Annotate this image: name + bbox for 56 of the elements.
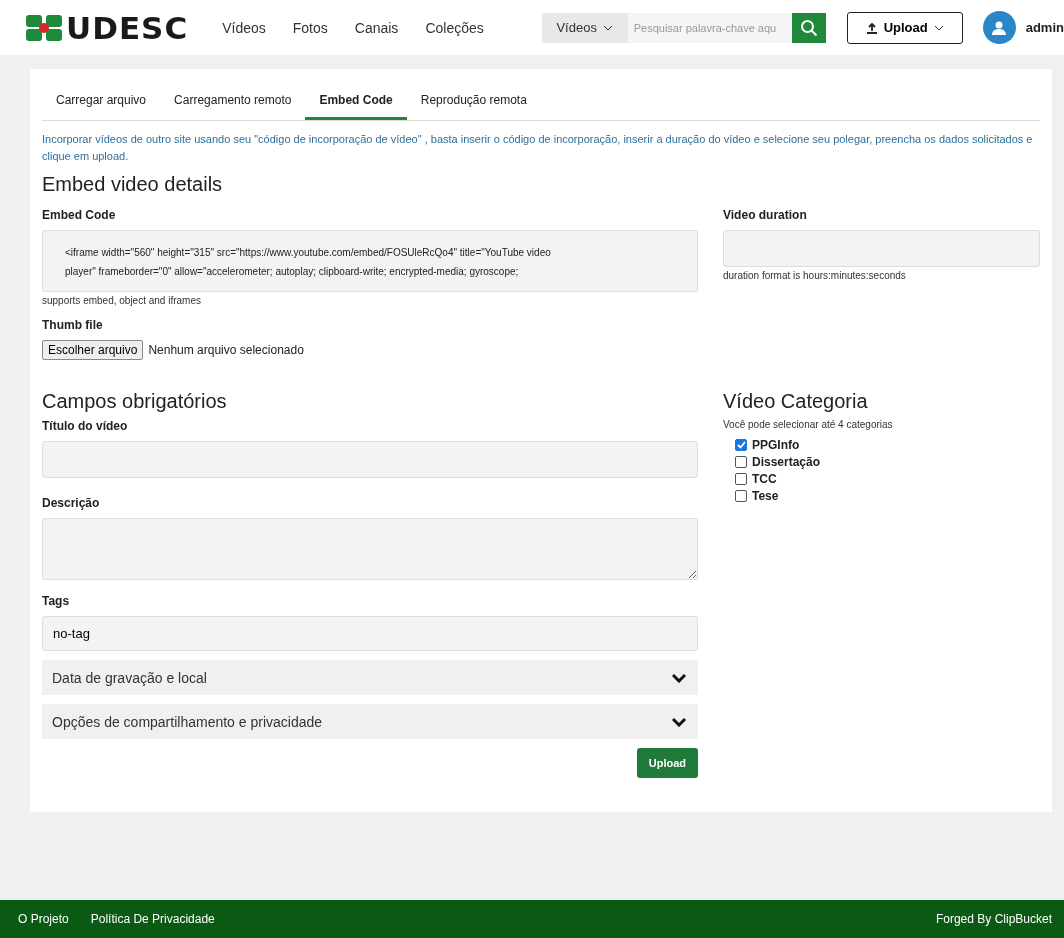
footer-credit-link[interactable]: Forged By ClipBucket (935, 912, 1052, 926)
nav-link[interactable]: Fotos (292, 19, 328, 36)
tab[interactable]: Reprodução remota (406, 81, 541, 120)
search-icon (799, 18, 818, 37)
collapsible-header[interactable]: Opções de compartilhamento e privacidade (42, 704, 698, 739)
help-text: supports embed, object and iframes (42, 295, 202, 306)
search-button[interactable] (791, 12, 826, 43)
tab[interactable]: Embed Code (305, 81, 407, 120)
choose-file-button[interactable]: Escolher arquivo (42, 340, 144, 360)
chevron-icon (672, 716, 686, 727)
chevron-icon (672, 672, 686, 683)
nav-link[interactable]: Vídeos (222, 19, 266, 36)
duration-field[interactable] (723, 230, 1040, 267)
tags-field[interactable]: no-tag (42, 616, 698, 651)
field-label: Embed Code (42, 208, 117, 222)
nav-link[interactable]: Canais (354, 19, 399, 36)
field-label: Thumb file (42, 318, 104, 332)
caret-icon (933, 24, 944, 31)
field-label: Tags (42, 594, 71, 608)
field-label: Descrição (42, 496, 101, 510)
collapsible-header[interactable]: Data de gravação e local (42, 660, 698, 695)
checkbox-label[interactable]: PPGInfo (752, 438, 800, 452)
title-field[interactable] (42, 441, 698, 478)
checkbox-label[interactable]: Tese (752, 489, 779, 503)
help-text: duration format is hours:minutes:seconds (723, 270, 907, 281)
field-label: Título do vídeo (42, 419, 129, 433)
section-title: Embed video details (42, 173, 224, 196)
embed-code-field[interactable]: <iframe width="560" height="315" src="https://www.youtube.com/embed/FOSUleRcQo4" title="YouTube video player" frameborder="0" allow="accelerometer; autoplay; clipboard-write; encrypted-media; gyroscope; (42, 230, 698, 292)
checkbox[interactable] (735, 490, 747, 502)
logo-icon (26, 14, 62, 41)
tab[interactable]: Carregamento remoto (160, 81, 306, 120)
help-text: Você pode selecionar até 4 categorias (723, 419, 894, 430)
field-label: Video duration (723, 208, 808, 222)
description-field[interactable] (42, 518, 698, 580)
checkbox[interactable] (735, 456, 747, 468)
checkbox[interactable] (735, 439, 747, 451)
submit-button[interactable]: Upload (636, 748, 698, 778)
tab[interactable]: Carregar arquivo (42, 81, 161, 120)
caret-icon (602, 24, 613, 31)
footer-link[interactable]: O Projeto (18, 912, 69, 926)
search-field[interactable]: Pesquisar palavra-chave aqu (627, 12, 792, 43)
footer-link[interactable]: Política De Privacidade (90, 912, 215, 926)
search-type-dropdown[interactable]: Vídeos (541, 12, 628, 43)
upload-icon (865, 21, 878, 34)
section-title: Campos obrigatórios (42, 390, 228, 413)
upload-button[interactable]: Upload (846, 11, 963, 44)
checkbox-label[interactable]: TCC (752, 472, 777, 486)
section-title: Vídeo Categoria (723, 390, 869, 413)
checkbox[interactable] (735, 473, 747, 485)
intro-text: Incorporar vídeos de outro site usando seu "código de incorporação de vídeo" , basta inserir o código de incorporação, inserir a duração do vídeo e selecione seu polegar, preencha os dados solicitados e clique em upload. (42, 132, 1034, 164)
checkbox-label[interactable]: Dissertação (752, 455, 821, 469)
user-name[interactable]: admin (1025, 20, 1064, 35)
file-status: Nenhum arquivo selecionado (148, 343, 304, 357)
logo-text[interactable]: UDESC (66, 9, 189, 46)
avatar-icon[interactable] (982, 11, 1016, 44)
nav-link[interactable]: Coleções (425, 19, 484, 36)
